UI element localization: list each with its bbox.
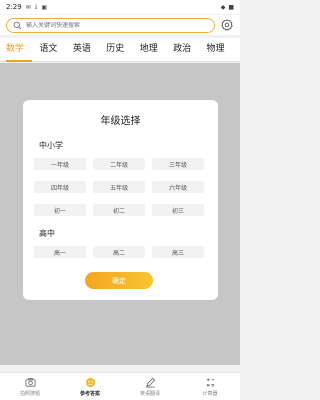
nav-label-calculator: 计算器 [202,390,218,397]
tab-politics[interactable]: 政治 [173,38,206,62]
nav-label-photo-search: 拍照搜题 [19,390,40,397]
calculator-icon [206,377,214,387]
tab-history[interactable]: 历史 [106,38,139,62]
tab-geography[interactable]: 地理 [140,38,173,62]
grade-select-dialog: 年级选择 中小学 一年级 二年级 三年级 四年级 五年级 六年级 初一 初二 初… [23,100,218,300]
status-right: ◆ ■ [221,4,234,11]
search-box[interactable] [6,17,215,33]
tab-math[interactable]: 数学 [6,38,39,62]
subject-tabs: 数学 语文 英语 历史 地理 政治 物理 [0,38,240,62]
answer-icon [85,377,95,387]
status-time: 2:29 [6,3,22,11]
grade-button-7[interactable]: 初一 [34,204,86,216]
grade-button-6[interactable]: 六年级 [152,181,204,193]
nav-item-calculator[interactable]: 计算器 [180,373,240,400]
section-label-high: 高中 [39,229,55,238]
section-label-primary: 中小学 [39,141,63,150]
grade-button-2[interactable]: 二年级 [93,158,145,170]
nav-label-reference-answers: 参考答案 [79,390,100,397]
nav-item-photo-search[interactable]: 拍照搜题 [0,373,60,400]
gear-icon [221,19,233,31]
nav-item-english-translate[interactable]: 英语翻译 [120,373,180,400]
pen-icon [145,377,155,387]
grade-button-10[interactable]: 高一 [34,246,86,258]
grade-button-8[interactable]: 初二 [93,204,145,216]
search-icon [13,21,22,29]
confirm-button[interactable]: 确定 [85,272,153,289]
bottom-nav: 拍照搜题 参考答案 英语翻译 计算器 [0,372,240,400]
download-icon: ⤓ [34,3,38,10]
nav-item-reference-answers[interactable]: 参考答案 [60,373,120,400]
search-input[interactable] [26,21,206,29]
grade-button-3[interactable]: 三年级 [152,158,204,170]
tab-physics[interactable]: 物理 [207,38,240,62]
tab-chinese[interactable]: 语文 [39,38,72,62]
grade-button-1[interactable]: 一年级 [34,158,86,170]
dialog-title: 年级选择 [100,116,141,127]
tab-english[interactable]: 英语 [73,38,106,62]
search-row [0,15,240,35]
nav-label-english-translate: 英语翻译 [139,390,160,397]
grade-button-12[interactable]: 高三 [152,246,204,258]
status-bar: 2:29 ✉ ⤓ ▣ ◆ ■ [0,0,240,14]
grade-button-9[interactable]: 初三 [152,204,204,216]
notification-icon: ▣ [41,3,48,11]
camera-icon [25,377,35,387]
grade-button-5[interactable]: 五年级 [93,181,145,193]
status-left: 2:29 ✉ ⤓ ▣ [6,3,47,11]
battery-icon: ■ [228,3,234,11]
grade-button-11[interactable]: 高二 [93,246,145,258]
grade-button-4[interactable]: 四年级 [34,181,86,193]
settings-button[interactable] [220,18,234,32]
wifi-icon: ◆ [220,3,226,11]
mail-icon: ✉ [25,3,31,11]
